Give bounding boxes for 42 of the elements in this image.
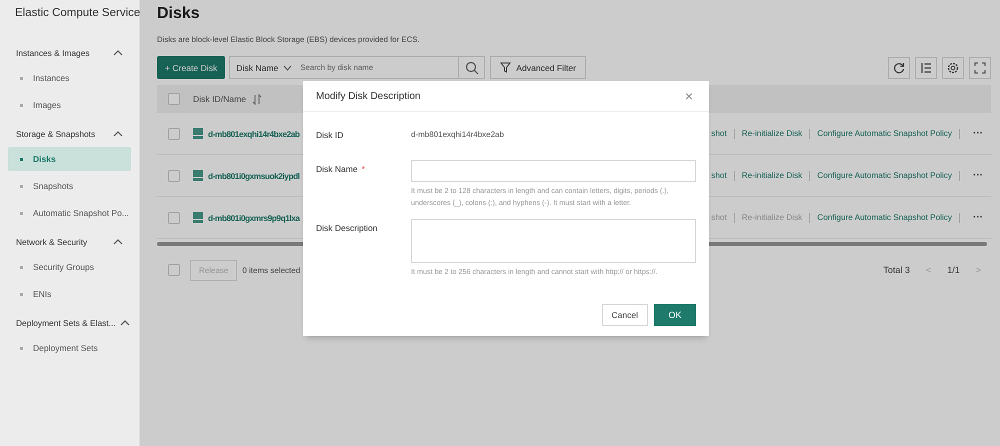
page-indicator: 1/1 <box>947 265 960 275</box>
sidebar-item[interactable]: Instances <box>8 66 131 90</box>
more-actions-button[interactable]: ··· <box>973 170 983 181</box>
disk-id-value: d-mb801exqhi14r4bxe2ab <box>411 129 505 141</box>
sidebar-item[interactable]: Security Groups <box>8 255 131 279</box>
row-action-link[interactable]: shot <box>711 171 727 180</box>
disk-id-link[interactable]: d-mb801exqhi14r4bxe2ab <box>208 128 300 138</box>
sidebar-group[interactable]: Storage & Snapshots <box>0 120 139 147</box>
page-title: Disks <box>157 5 201 24</box>
required-mark: * <box>362 164 365 174</box>
field-label: Disk Name <box>316 164 358 174</box>
total-count: Total 3 <box>883 265 910 275</box>
row-action-link[interactable]: Re-initialize Disk <box>742 171 802 180</box>
row-action-link[interactable]: Re-initialize Disk <box>742 129 802 138</box>
sidebar-item[interactable]: Deployment Sets <box>8 336 131 360</box>
selected-count: 0 items selected <box>242 266 300 274</box>
advanced-filter-button[interactable]: Advanced Filter <box>490 56 586 79</box>
ok-button[interactable]: OK <box>654 304 696 326</box>
sidebar-item[interactable]: Snapshots <box>8 174 131 198</box>
create-disk-button[interactable]: + Create Disk <box>157 56 226 79</box>
disk-id-link[interactable]: d-mb801i0gxmrs9p9q1lxa <box>208 212 300 222</box>
field-label: Disk Description <box>316 223 378 233</box>
row-action-link[interactable]: Configure Automatic Snapshot Policy <box>817 213 952 222</box>
field-label: Disk ID <box>316 130 344 140</box>
row-action-link[interactable]: Configure Automatic Snapshot Policy <box>817 171 952 180</box>
row-action-link[interactable]: shot <box>711 129 727 138</box>
sidebar-group[interactable]: Deployment Sets & Elast... <box>0 309 139 336</box>
dialog-title: Modify Disk Description <box>316 90 420 102</box>
sidebar-item[interactable]: Images <box>8 93 131 117</box>
sidebar-group[interactable]: Network & Security <box>0 228 139 255</box>
sidebar-item[interactable]: ENIs <box>8 282 131 306</box>
column-header[interactable]: Disk ID/Name <box>193 94 246 104</box>
sidebar-item[interactable]: Disks <box>8 147 131 171</box>
close-button[interactable]: × <box>684 88 693 104</box>
disk-id-link[interactable]: d-mb801i0gxmsuok2iypdl <box>208 170 300 180</box>
cancel-button[interactable]: Cancel <box>602 304 648 326</box>
more-actions-button[interactable]: ··· <box>973 212 983 223</box>
sidebar-group[interactable]: Instances & Images <box>0 39 139 66</box>
sidebar-item[interactable]: Automatic Snapshot Po... <box>8 201 131 225</box>
sidebar-title: Elastic Compute Service <box>14 6 139 21</box>
row-action-link[interactable]: Configure Automatic Snapshot Policy <box>817 129 952 138</box>
more-actions-button[interactable]: ··· <box>973 128 983 139</box>
